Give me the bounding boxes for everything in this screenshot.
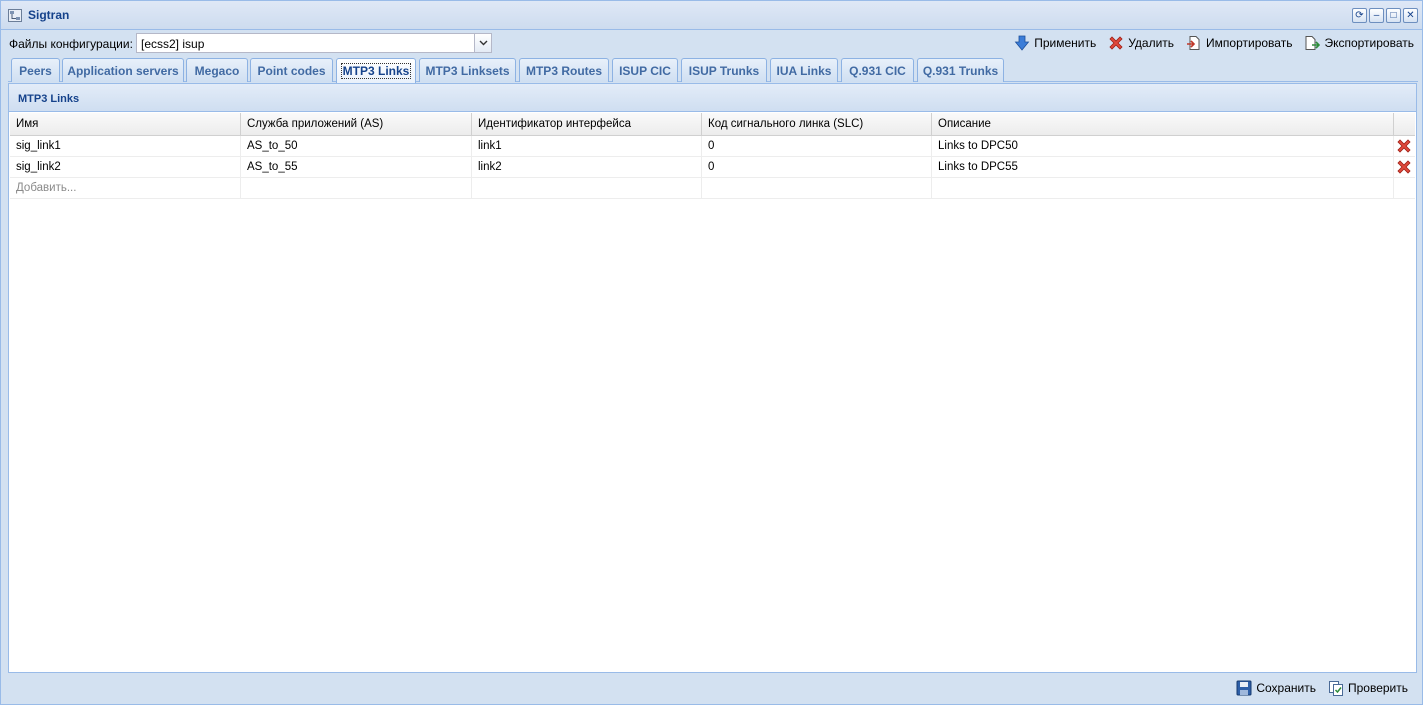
save-icon — [1236, 680, 1252, 696]
tab-strip: Peers Application servers Megaco Point c… — [8, 57, 1418, 83]
toolbar: Файлы конфигурации: [ecss2] isup Примени… — [5, 31, 1418, 55]
delete-label: Удалить — [1128, 36, 1175, 50]
cell-description[interactable]: Links to DPC55 — [932, 157, 1394, 178]
cell-interface-id[interactable]: link2 — [472, 157, 702, 178]
chevron-down-icon[interactable] — [474, 34, 491, 52]
delete-button[interactable]: Удалить — [1108, 33, 1174, 53]
tab-peers[interactable]: Peers — [11, 58, 60, 82]
column-header-as[interactable]: Служба приложений (AS) — [241, 113, 472, 136]
tab-label: Megaco — [194, 63, 240, 78]
delete-icon — [1109, 36, 1123, 50]
config-file-value: [ecss2] isup — [141, 37, 205, 51]
grid-header: Имя Служба приложений (AS) Идентификатор… — [10, 113, 1415, 136]
window-title: Sigtran — [28, 8, 70, 22]
cell-name[interactable]: sig_link1 — [10, 136, 241, 157]
import-icon — [1187, 36, 1200, 50]
tab-application-servers[interactable]: Application servers — [62, 58, 184, 82]
table-row[interactable]: sig_link1 AS_to_50 link1 0 Links to DPC5… — [10, 136, 1415, 157]
cell-interface-id[interactable]: link1 — [472, 136, 702, 157]
check-document-icon — [1328, 681, 1343, 696]
check-button[interactable]: Проверить — [1328, 678, 1408, 698]
tab-label: ISUP CIC — [619, 63, 671, 78]
column-header-interface-id[interactable]: Идентификатор интерфейса — [472, 113, 702, 136]
column-header-slc[interactable]: Код сигнального линка (SLC) — [702, 113, 932, 136]
cell-description[interactable]: Links to DPC50 — [932, 136, 1394, 157]
tab-mtp3-linksets[interactable]: MTP3 Linksets — [419, 58, 516, 82]
tab-megaco[interactable]: Megaco — [186, 58, 248, 82]
empty-cell[interactable] — [241, 178, 472, 199]
cell-slc[interactable]: 0 — [702, 157, 932, 178]
panel-title: MTP3 Links — [18, 93, 80, 105]
delete-row-icon[interactable] — [1396, 138, 1412, 154]
tab-label: Application servers — [67, 63, 179, 78]
tab-label: MTP3 Linksets — [425, 63, 510, 78]
cell-slc[interactable]: 0 — [702, 136, 932, 157]
tab-isup-cic[interactable]: ISUP CIC — [612, 58, 678, 82]
tab-label: IUA Links — [776, 63, 832, 78]
column-header-actions — [1394, 113, 1415, 136]
column-header-description[interactable]: Описание — [932, 113, 1394, 136]
tab-mtp3-routes[interactable]: MTP3 Routes — [519, 58, 609, 82]
tab-label: Q.931 Trunks — [922, 63, 999, 78]
empty-cell[interactable] — [702, 178, 932, 199]
delete-row-icon[interactable] — [1396, 159, 1412, 175]
footer-bar: Сохранить Проверить — [8, 673, 1417, 703]
save-label: Сохранить — [1256, 681, 1316, 695]
empty-cell[interactable] — [932, 178, 1394, 199]
tab-label: Point codes — [257, 63, 326, 78]
export-label: Экспортировать — [1324, 36, 1414, 50]
export-button[interactable]: Экспортировать — [1304, 33, 1414, 53]
title-bar: Sigtran ⟳ – □ ✕ — [1, 1, 1422, 30]
cell-as[interactable]: AS_to_50 — [241, 136, 472, 157]
tab-iua-links[interactable]: IUA Links — [770, 58, 838, 82]
sigtran-window: Sigtran ⟳ – □ ✕ Файлы конфигурации: [ecs… — [0, 0, 1423, 705]
import-label: Импортировать — [1206, 36, 1293, 50]
tab-point-codes[interactable]: Point codes — [250, 58, 333, 82]
export-icon — [1305, 36, 1321, 50]
minimize-icon[interactable]: – — [1369, 8, 1384, 23]
close-icon[interactable]: ✕ — [1403, 8, 1418, 23]
tab-label: MTP3 Links — [340, 63, 412, 79]
save-button[interactable]: Сохранить — [1236, 678, 1316, 698]
cell-as[interactable]: AS_to_55 — [241, 157, 472, 178]
panel-header: MTP3 Links — [9, 84, 1416, 112]
check-label: Проверить — [1347, 681, 1408, 695]
tab-label: Peers — [19, 63, 52, 78]
config-file-select[interactable]: [ecss2] isup — [136, 33, 492, 53]
tab-label: MTP3 Routes — [525, 63, 602, 78]
import-button[interactable]: Импортировать — [1186, 33, 1292, 53]
maximize-icon[interactable]: □ — [1386, 8, 1401, 23]
cell-name[interactable]: sig_link2 — [10, 157, 241, 178]
tab-q931-trunks[interactable]: Q.931 Trunks — [917, 58, 1004, 82]
tab-mtp3-links[interactable]: MTP3 Links — [336, 58, 416, 83]
tab-isup-trunks[interactable]: ISUP Trunks — [681, 58, 767, 82]
tab-q931-cic[interactable]: Q.931 CIC — [841, 58, 914, 82]
tab-label: Q.931 CIC — [849, 63, 906, 78]
mtp3-links-panel: MTP3 Links Имя Служба приложений (AS) Ид… — [8, 83, 1417, 673]
config-files-label: Файлы конфигурации: — [9, 37, 133, 51]
apply-label: Применить — [1034, 36, 1097, 50]
refresh-icon[interactable]: ⟳ — [1352, 8, 1367, 23]
table-row[interactable]: sig_link2 AS_to_55 link2 0 Links to DPC5… — [10, 157, 1415, 178]
empty-cell[interactable] — [472, 178, 702, 199]
add-row[interactable]: Добавить... — [10, 178, 1415, 199]
tab-label: ISUP Trunks — [688, 63, 760, 78]
column-header-name[interactable]: Имя — [10, 113, 241, 136]
arrow-down-icon — [1014, 35, 1030, 51]
apply-button[interactable]: Применить — [1014, 33, 1096, 53]
add-placeholder[interactable]: Добавить... — [10, 178, 241, 199]
network-icon — [8, 9, 22, 22]
